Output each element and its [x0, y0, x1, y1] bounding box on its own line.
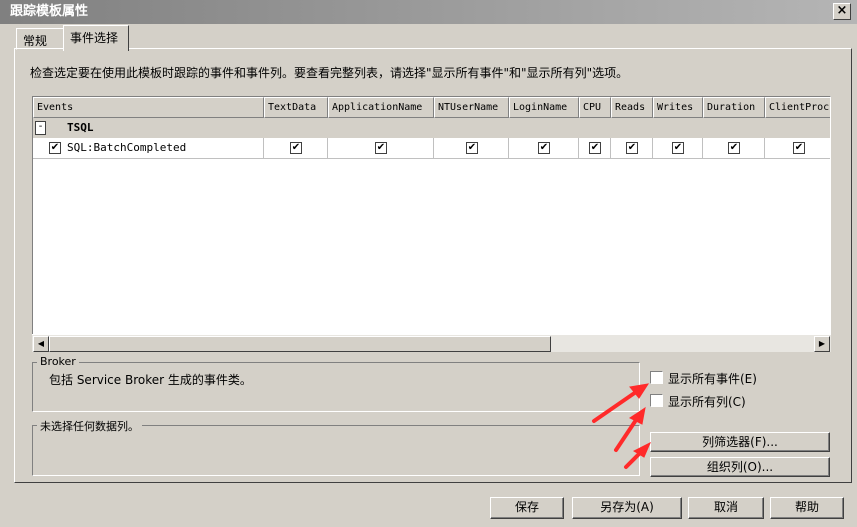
annotation-arrows — [592, 383, 651, 469]
arrow-icon — [592, 383, 651, 469]
tab-event-selection[interactable]: 事件选择 — [63, 25, 129, 51]
